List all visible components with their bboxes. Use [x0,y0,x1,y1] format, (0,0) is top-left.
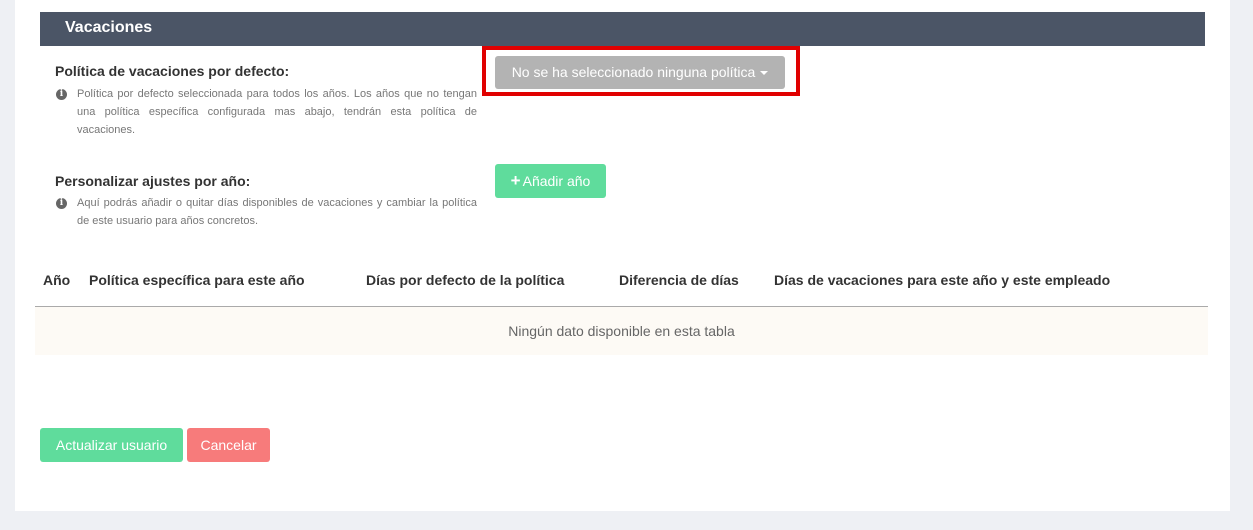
cancel-button[interactable]: Cancelar [187,428,270,462]
info-icon: i [56,198,67,209]
custom-year-label: Personalizar ajustes por año: [55,173,251,189]
plus-icon: + [510,171,521,190]
column-header-default-days[interactable]: Días por defecto de la política [366,272,564,288]
custom-year-help: Aquí podrás añadir o quitar días disponi… [77,197,477,227]
default-policy-dropdown[interactable]: No se ha seleccionado ninguna política [495,56,785,89]
section-title: Vacaciones [65,19,153,36]
column-header-employee-days[interactable]: Días de vacaciones para este año y este … [774,272,1110,288]
column-header-year[interactable]: Año [43,272,70,288]
update-user-button[interactable]: Actualizar usuario [40,428,183,462]
column-header-days-difference[interactable]: Diferencia de días [619,272,739,288]
table-empty-row: Ningún dato disponible en esta tabla [35,307,1208,355]
info-icon: i [56,89,67,100]
add-year-label: Añadir año [522,173,591,189]
caret-down-icon [760,71,769,76]
section-header: Vacaciones [40,12,1205,46]
user-edit-card: Vacaciones Política de vacaciones por de… [15,0,1230,511]
default-policy-help: Política por defecto seleccionada para t… [77,88,477,136]
column-header-specific-policy[interactable]: Política específica para este año [89,272,305,288]
add-year-button[interactable]: + Añadir año [495,164,606,198]
default-policy-dropdown-value: No se ha seleccionado ninguna política [511,64,756,80]
default-policy-label: Política de vacaciones por defecto: [55,63,290,79]
